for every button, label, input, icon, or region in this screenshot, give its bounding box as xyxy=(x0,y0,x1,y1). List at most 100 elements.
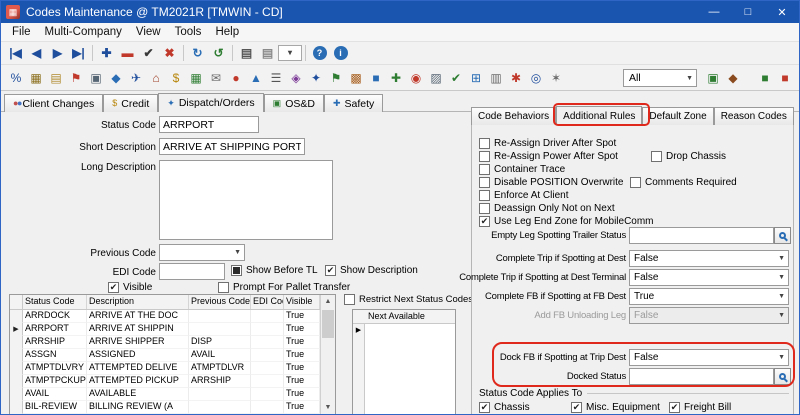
tab-additional-rules[interactable]: Additional Rules xyxy=(556,106,642,125)
refresh-icon[interactable]: ↻ xyxy=(187,44,208,63)
save-check-icon[interactable]: ✔ xyxy=(138,44,159,63)
row-selector[interactable] xyxy=(10,349,23,362)
mail-icon[interactable]: ✉ xyxy=(206,69,226,87)
checkbox-use-leg-end-zone-for-mobilecomm[interactable]: ✔Use Leg End Zone for MobileComm xyxy=(479,216,654,227)
maximize-button[interactable]: □ xyxy=(731,1,765,23)
doc-icon[interactable]: ▥ xyxy=(486,69,506,87)
truck-icon[interactable]: ◆ xyxy=(106,69,126,87)
docked-status-lookup-button[interactable] xyxy=(774,368,791,385)
table-row[interactable]: ATMPTDLVRYATTEMPTED DELIVEATMPTDLVRTrue xyxy=(10,362,335,375)
long-description-input[interactable] xyxy=(159,160,333,240)
boxes-icon[interactable]: ▩ xyxy=(346,69,366,87)
grid-column-header-edi-code[interactable]: EDI Code xyxy=(251,295,284,309)
menu-item-tools[interactable]: Tools xyxy=(168,24,209,40)
checkbox-comments-required[interactable]: Comments Required xyxy=(630,177,737,188)
tab-credit[interactable]: $Credit xyxy=(103,94,158,112)
scroll-down-icon[interactable]: ▼ xyxy=(321,401,335,415)
notes-icon[interactable]: ▤ xyxy=(46,69,66,87)
checkbox-re-assign-power-after-spot[interactable]: Re-Assign Power After Spot xyxy=(479,151,618,162)
grid-column-header-description[interactable]: Description xyxy=(87,295,189,309)
row-selector[interactable] xyxy=(10,310,23,323)
grid-green-icon[interactable]: ▦ xyxy=(186,69,206,87)
cube-red-icon[interactable]: ■ xyxy=(775,69,795,87)
cube-green-icon[interactable]: ■ xyxy=(755,69,775,87)
dock-fb-if-spotting-at-trip-dest-dropdown[interactable]: False▼ xyxy=(629,349,789,366)
row-selector[interactable]: ▶ xyxy=(10,323,23,336)
grid-column-header-status-code[interactable]: Status Code xyxy=(23,295,87,309)
revert-icon[interactable]: ↺ xyxy=(208,44,229,63)
checkbox-re-assign-driver-after-spot[interactable]: Re-Assign Driver After Spot xyxy=(479,138,616,149)
grid-column-header-previous-code[interactable]: Previous Code xyxy=(189,295,251,309)
menu-item-file[interactable]: File xyxy=(5,24,38,40)
previous-code-dropdown[interactable]: ▼ xyxy=(159,244,245,261)
checkbox-freight-bill[interactable]: ✔Freight Bill xyxy=(669,402,731,413)
row-selector[interactable] xyxy=(10,375,23,388)
edi-code-input[interactable] xyxy=(159,263,225,280)
home-icon[interactable]: ⌂ xyxy=(146,69,166,87)
list-item[interactable] xyxy=(353,389,455,402)
table-row[interactable]: AVAILAVAILABLETrue xyxy=(10,388,335,401)
menu-item-multi-company[interactable]: Multi-Company xyxy=(38,24,129,40)
checkbox-show-before-tl[interactable]: Show Before TL xyxy=(231,265,318,276)
tab-code-behaviors[interactable]: Code Behaviors xyxy=(471,107,556,125)
table-row[interactable]: ARRSHIPARRIVE SHIPPERDISPTrue xyxy=(10,336,335,349)
table-row[interactable]: ATMPTPCKUPATTEMPTED PICKUPARRSHIPTrue xyxy=(10,375,335,388)
minimize-button[interactable]: — xyxy=(697,1,731,23)
checkbox-disable-position-overwrite[interactable]: Disable POSITION Overwrite xyxy=(479,177,623,188)
first-record-icon[interactable]: |◀ xyxy=(5,44,26,63)
prev-record-icon[interactable]: ◀ xyxy=(26,44,47,63)
tab-dispatch-orders[interactable]: ✦Dispatch/Orders xyxy=(158,93,263,112)
pin-icon[interactable]: ✱ xyxy=(506,69,526,87)
tab-default-zone[interactable]: Default Zone xyxy=(642,107,713,125)
window-icon[interactable]: ⊞ xyxy=(466,69,486,87)
last-record-icon[interactable]: ▶| xyxy=(68,44,89,63)
table-row[interactable]: ▶ARRPORTARRIVE AT SHIPPINTrue xyxy=(10,323,335,336)
print-icon[interactable]: ▤ xyxy=(236,44,257,63)
print-options-dropdown[interactable]: ▾ xyxy=(278,45,302,61)
table-row[interactable]: BIL-REVIEWBILLING REVIEW (ATrue xyxy=(10,401,335,414)
tab-os-d[interactable]: ▣OS&D xyxy=(264,94,324,112)
help-globe-icon[interactable]: ? xyxy=(309,44,330,63)
calc-icon[interactable]: ▦ xyxy=(26,69,46,87)
checkbox-container-trace[interactable]: Container Trace xyxy=(479,164,565,175)
dot-red-icon[interactable]: ● xyxy=(226,69,246,87)
checkbox-drop-chassis[interactable]: Drop Chassis xyxy=(651,151,726,162)
complete-fb-if-spotting-at-fb-dest-dropdown[interactable]: True▼ xyxy=(629,288,789,305)
close-button[interactable]: ✕ xyxy=(765,1,799,23)
tools-icon[interactable]: ✶ xyxy=(546,69,566,87)
checkbox-misc-equipment[interactable]: ✔Misc. Equipment xyxy=(571,402,660,413)
empty-leg-lookup-button[interactable] xyxy=(774,227,791,244)
table-row[interactable]: ARRDOCKARRIVE AT THE DOCTrue xyxy=(10,310,335,323)
list-item[interactable] xyxy=(353,337,455,350)
list-item[interactable] xyxy=(353,402,455,415)
row-selector[interactable] xyxy=(10,401,23,414)
status-code-input[interactable] xyxy=(159,116,259,133)
flag-green-icon[interactable]: ⚑ xyxy=(326,69,346,87)
about-info-icon[interactable]: i xyxy=(330,44,351,63)
short-description-input[interactable] xyxy=(159,138,305,155)
cancel-x-icon[interactable]: ✖ xyxy=(159,44,180,63)
checkbox-deassign-only-not-on-next[interactable]: Deassign Only Not on Next xyxy=(479,203,615,214)
check-green-icon[interactable]: ✔ xyxy=(446,69,466,87)
square-blue-icon[interactable]: ■ xyxy=(366,69,386,87)
star-icon[interactable]: ✦ xyxy=(306,69,326,87)
plus-green-icon[interactable]: ✚ xyxy=(386,69,406,87)
row-selector[interactable] xyxy=(10,388,23,401)
flag-red-icon[interactable]: ⚑ xyxy=(66,69,86,87)
row-selector[interactable] xyxy=(10,336,23,349)
print-preview-icon[interactable]: ▤ xyxy=(257,44,278,63)
next-record-icon[interactable]: ▶ xyxy=(47,44,68,63)
delete-record-icon[interactable]: ▬ xyxy=(117,44,138,63)
globe-icon[interactable]: ◎ xyxy=(526,69,546,87)
dock-icon[interactable]: ▣ xyxy=(703,69,723,87)
copy-icon[interactable]: ▣ xyxy=(86,69,106,87)
table-row[interactable]: ASSGNASSIGNEDAVAILTrue xyxy=(10,349,335,362)
list-icon[interactable]: ☰ xyxy=(266,69,286,87)
checkbox-visible[interactable]: ✔ Visible xyxy=(108,282,152,293)
filter-dropdown[interactable]: All ▼ xyxy=(623,69,697,87)
docked-status-input[interactable] xyxy=(629,368,774,385)
complete-trip-if-spotting-at-dest-dropdown[interactable]: False▼ xyxy=(629,250,789,267)
diamond-icon[interactable]: ◈ xyxy=(286,69,306,87)
checkbox-chassis[interactable]: ✔Chassis xyxy=(479,402,530,413)
tab-client-changes[interactable]: ●Client Changes xyxy=(4,94,103,112)
